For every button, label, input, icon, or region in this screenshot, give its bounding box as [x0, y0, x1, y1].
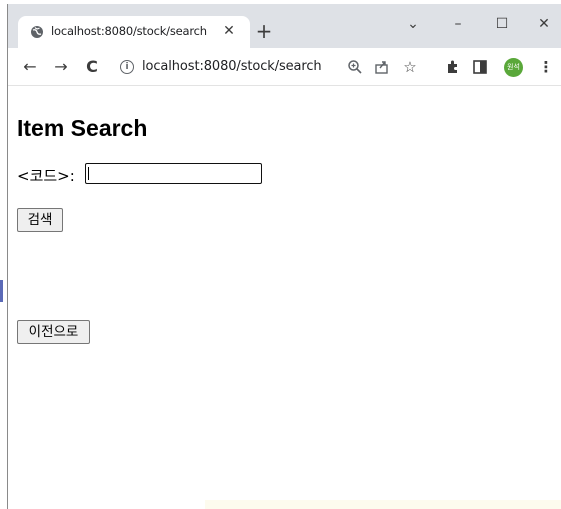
profile-avatar[interactable]: 원석	[504, 58, 523, 77]
info-icon[interactable]: i	[120, 60, 134, 74]
left-edge-marker	[0, 280, 3, 302]
code-label: <코드>:	[17, 167, 75, 185]
forward-arrow-icon[interactable]: →	[50, 56, 72, 78]
bookmark-star-icon[interactable]: ☆	[401, 58, 419, 76]
address-bar-url[interactable]: localhost:8080/stock/search	[142, 59, 322, 74]
page-title: Item Search	[17, 115, 148, 141]
minimize-button[interactable]: –	[443, 12, 473, 36]
extensions-puzzle-icon[interactable]	[444, 58, 462, 76]
menu-kebab-icon[interactable]: ⋮	[537, 58, 555, 76]
reload-icon[interactable]: C	[81, 56, 103, 78]
text-caret	[88, 167, 89, 180]
tab-search-button[interactable]: ⌄	[398, 12, 428, 36]
side-panel-icon[interactable]	[471, 58, 489, 76]
globe-icon	[31, 26, 43, 38]
browser-tab[interactable]: localhost:8080/stock/search ✕	[18, 16, 250, 48]
title-bar: localhost:8080/stock/search ✕ + ⌄ – ☐ ✕	[8, 4, 561, 48]
browser-toolbar: ← → C i localhost:8080/stock/search ☆ 원석…	[8, 48, 561, 86]
browser-window: localhost:8080/stock/search ✕ + ⌄ – ☐ ✕ …	[7, 4, 561, 509]
bottom-strip	[205, 500, 561, 509]
zoom-icon[interactable]	[346, 58, 364, 76]
back-arrow-icon[interactable]: ←	[19, 56, 41, 78]
close-window-button[interactable]: ✕	[529, 12, 559, 36]
share-icon[interactable]	[373, 58, 391, 76]
close-icon[interactable]: ✕	[221, 23, 237, 39]
new-tab-button[interactable]: +	[252, 20, 276, 44]
back-button[interactable]: 이전으로	[17, 320, 90, 344]
maximize-button[interactable]: ☐	[487, 12, 517, 36]
code-input[interactable]	[85, 163, 262, 184]
search-button[interactable]: 검색	[17, 208, 63, 232]
page-content: Item Search <코드>: 검색 이전으로	[8, 87, 561, 509]
tab-title: localhost:8080/stock/search	[51, 24, 207, 38]
